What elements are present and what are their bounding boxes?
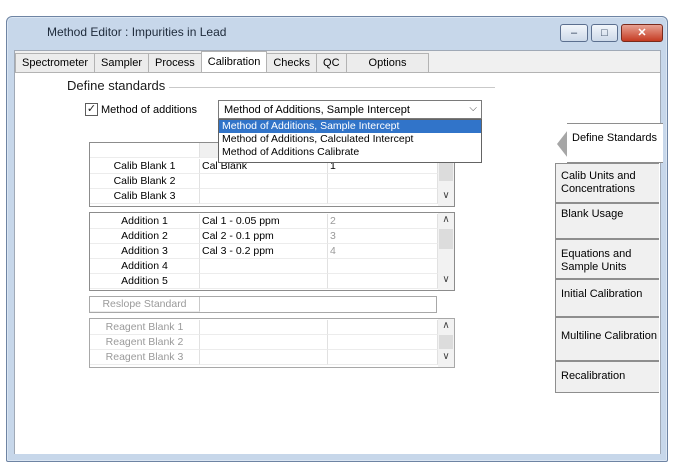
intercept-method-dropdown: Method of Additions, Sample Intercept Me… bbox=[218, 119, 482, 163]
minimize-button[interactable]: ‒ bbox=[560, 24, 588, 42]
tab-strip: Spectrometer Sampler Process Calibration… bbox=[15, 51, 430, 73]
tab-sampler[interactable]: Sampler bbox=[94, 53, 149, 72]
tab-options[interactable]: Options bbox=[345, 53, 430, 72]
table-row[interactable]: Addition 3 Cal 3 - 0.2 ppm 4 bbox=[90, 244, 438, 259]
row-id[interactable] bbox=[200, 320, 328, 335]
reagent-table-scrollbar[interactable]: ∧ ∨ bbox=[438, 319, 454, 367]
table-row[interactable]: Reagent Blank 1 bbox=[90, 320, 438, 335]
row-id[interactable] bbox=[200, 350, 328, 365]
tab-qc[interactable]: QC bbox=[316, 53, 347, 72]
table-row[interactable]: Reagent Blank 2 bbox=[90, 335, 438, 350]
title-bar[interactable]: Method Editor : Impurities in Lead ‒ □ ✕ bbox=[7, 17, 667, 47]
row-value[interactable]: 3 bbox=[328, 229, 438, 244]
nav-recalibration[interactable]: Recalibration bbox=[555, 361, 659, 393]
row-name: Calib Blank 3 bbox=[90, 189, 200, 204]
scroll-down-icon[interactable]: ∨ bbox=[438, 190, 454, 201]
define-standards-heading: Define standards bbox=[67, 78, 170, 93]
addition-table-scrollbar[interactable]: ∧ ∨ bbox=[438, 213, 454, 290]
row-name: Addition 2 bbox=[90, 229, 200, 244]
scroll-down-icon[interactable]: ∨ bbox=[438, 274, 454, 285]
table-row[interactable]: Addition 4 bbox=[90, 259, 438, 274]
scroll-thumb[interactable] bbox=[439, 229, 453, 249]
row-id[interactable] bbox=[200, 174, 328, 189]
close-button[interactable]: ✕ bbox=[621, 24, 663, 42]
restore-button[interactable]: □ bbox=[591, 24, 618, 42]
calibration-page: Define standards ✓ Method of additions M… bbox=[15, 72, 663, 454]
row-name: Calib Blank 1 bbox=[90, 159, 200, 174]
row-name: Addition 3 bbox=[90, 244, 200, 259]
minimize-icon: ‒ bbox=[570, 26, 578, 39]
client-area: Spectrometer Sampler Process Calibration… bbox=[14, 50, 663, 454]
table-row[interactable]: Calib Blank 3 bbox=[90, 189, 438, 204]
tab-calibration[interactable]: Calibration bbox=[200, 51, 268, 72]
restore-icon: □ bbox=[601, 26, 608, 39]
method-of-additions-checkbox[interactable]: ✓ bbox=[85, 103, 98, 116]
addition-table: Addition 1 Cal 1 - 0.05 ppm 2 Addition 2… bbox=[89, 212, 455, 291]
row-id[interactable] bbox=[200, 189, 328, 204]
table-row[interactable]: Reagent Blank 3 bbox=[90, 350, 438, 365]
group-divider bbox=[155, 87, 495, 88]
nav-equations-and-sample-units[interactable]: Equations and Sample Units bbox=[555, 239, 659, 279]
reagent-blank-table: Reagent Blank 1 Reagent Blank 2 Reagent … bbox=[89, 318, 455, 368]
close-icon: ✕ bbox=[637, 26, 647, 39]
nav-blank-usage[interactable]: Blank Usage bbox=[555, 203, 659, 239]
row-value[interactable] bbox=[328, 350, 438, 365]
intercept-method-value: Method of Additions, Sample Intercept bbox=[224, 103, 410, 116]
dropdown-option[interactable]: Method of Additions Calibrate bbox=[219, 146, 481, 159]
row-name: Addition 4 bbox=[90, 259, 200, 274]
reslope-standard-label: Reslope Standard bbox=[90, 297, 200, 312]
table-row[interactable]: Addition 2 Cal 2 - 0.1 ppm 3 bbox=[90, 229, 438, 244]
row-name: Addition 5 bbox=[90, 274, 200, 289]
tab-spectrometer[interactable]: Spectrometer bbox=[15, 53, 96, 72]
method-of-additions-label: Method of additions bbox=[101, 103, 198, 116]
checkmark-icon: ✓ bbox=[86, 103, 97, 115]
row-name: Reagent Blank 2 bbox=[90, 335, 200, 350]
dropdown-option[interactable]: Method of Additions, Calculated Intercep… bbox=[219, 133, 481, 146]
scroll-up-icon[interactable]: ∧ bbox=[438, 320, 454, 331]
row-id[interactable]: Cal 2 - 0.1 ppm bbox=[200, 229, 328, 244]
scroll-thumb[interactable] bbox=[439, 335, 453, 349]
row-value[interactable] bbox=[328, 259, 438, 274]
scroll-down-icon[interactable]: ∨ bbox=[438, 351, 454, 362]
table-row[interactable]: Addition 5 bbox=[90, 274, 438, 289]
row-name: Reagent Blank 1 bbox=[90, 320, 200, 335]
row-value[interactable] bbox=[328, 174, 438, 189]
tab-checks[interactable]: Checks bbox=[266, 53, 318, 72]
row-value[interactable]: 2 bbox=[328, 214, 438, 229]
intercept-method-select[interactable]: Method of Additions, Sample Intercept ⌵ bbox=[218, 100, 482, 119]
row-value[interactable] bbox=[328, 335, 438, 350]
scroll-up-icon[interactable]: ∧ bbox=[438, 214, 454, 225]
row-id[interactable]: Cal 3 - 0.2 ppm bbox=[200, 244, 328, 259]
row-name: Addition 1 bbox=[90, 214, 200, 229]
nav-multiline-calibration[interactable]: Multiline Calibration bbox=[555, 317, 659, 361]
row-name: Calib Blank 2 bbox=[90, 174, 200, 189]
row-value[interactable] bbox=[328, 274, 438, 289]
row-value[interactable] bbox=[328, 320, 438, 335]
app-window: Method Editor : Impurities in Lead ‒ □ ✕… bbox=[6, 16, 668, 462]
table-row[interactable]: Addition 1 Cal 1 - 0.05 ppm 2 bbox=[90, 214, 438, 229]
nav-define-standards[interactable]: Define Standards bbox=[567, 123, 663, 163]
header-cell bbox=[90, 143, 200, 158]
row-value[interactable] bbox=[328, 189, 438, 204]
nav-calib-units-and-concentrations[interactable]: Calib Units and Concentrations bbox=[555, 163, 659, 203]
row-id[interactable] bbox=[200, 335, 328, 350]
row-name: Reagent Blank 3 bbox=[90, 350, 200, 365]
row-value[interactable]: 4 bbox=[328, 244, 438, 259]
dropdown-option[interactable]: Method of Additions, Sample Intercept bbox=[219, 120, 481, 133]
window-title: Method Editor : Impurities in Lead bbox=[47, 25, 227, 39]
row-id[interactable] bbox=[200, 259, 328, 274]
tab-process[interactable]: Process bbox=[148, 53, 202, 72]
method-of-additions-option[interactable]: ✓ Method of additions bbox=[85, 103, 197, 116]
chevron-down-icon[interactable]: ⌵ bbox=[469, 103, 477, 114]
row-id[interactable]: Cal 1 - 0.05 ppm bbox=[200, 214, 328, 229]
nav-initial-calibration[interactable]: Initial Calibration bbox=[555, 279, 659, 317]
reslope-standard-row[interactable]: Reslope Standard bbox=[89, 296, 437, 313]
row-id[interactable] bbox=[200, 274, 328, 289]
table-row[interactable]: Calib Blank 2 bbox=[90, 174, 438, 189]
